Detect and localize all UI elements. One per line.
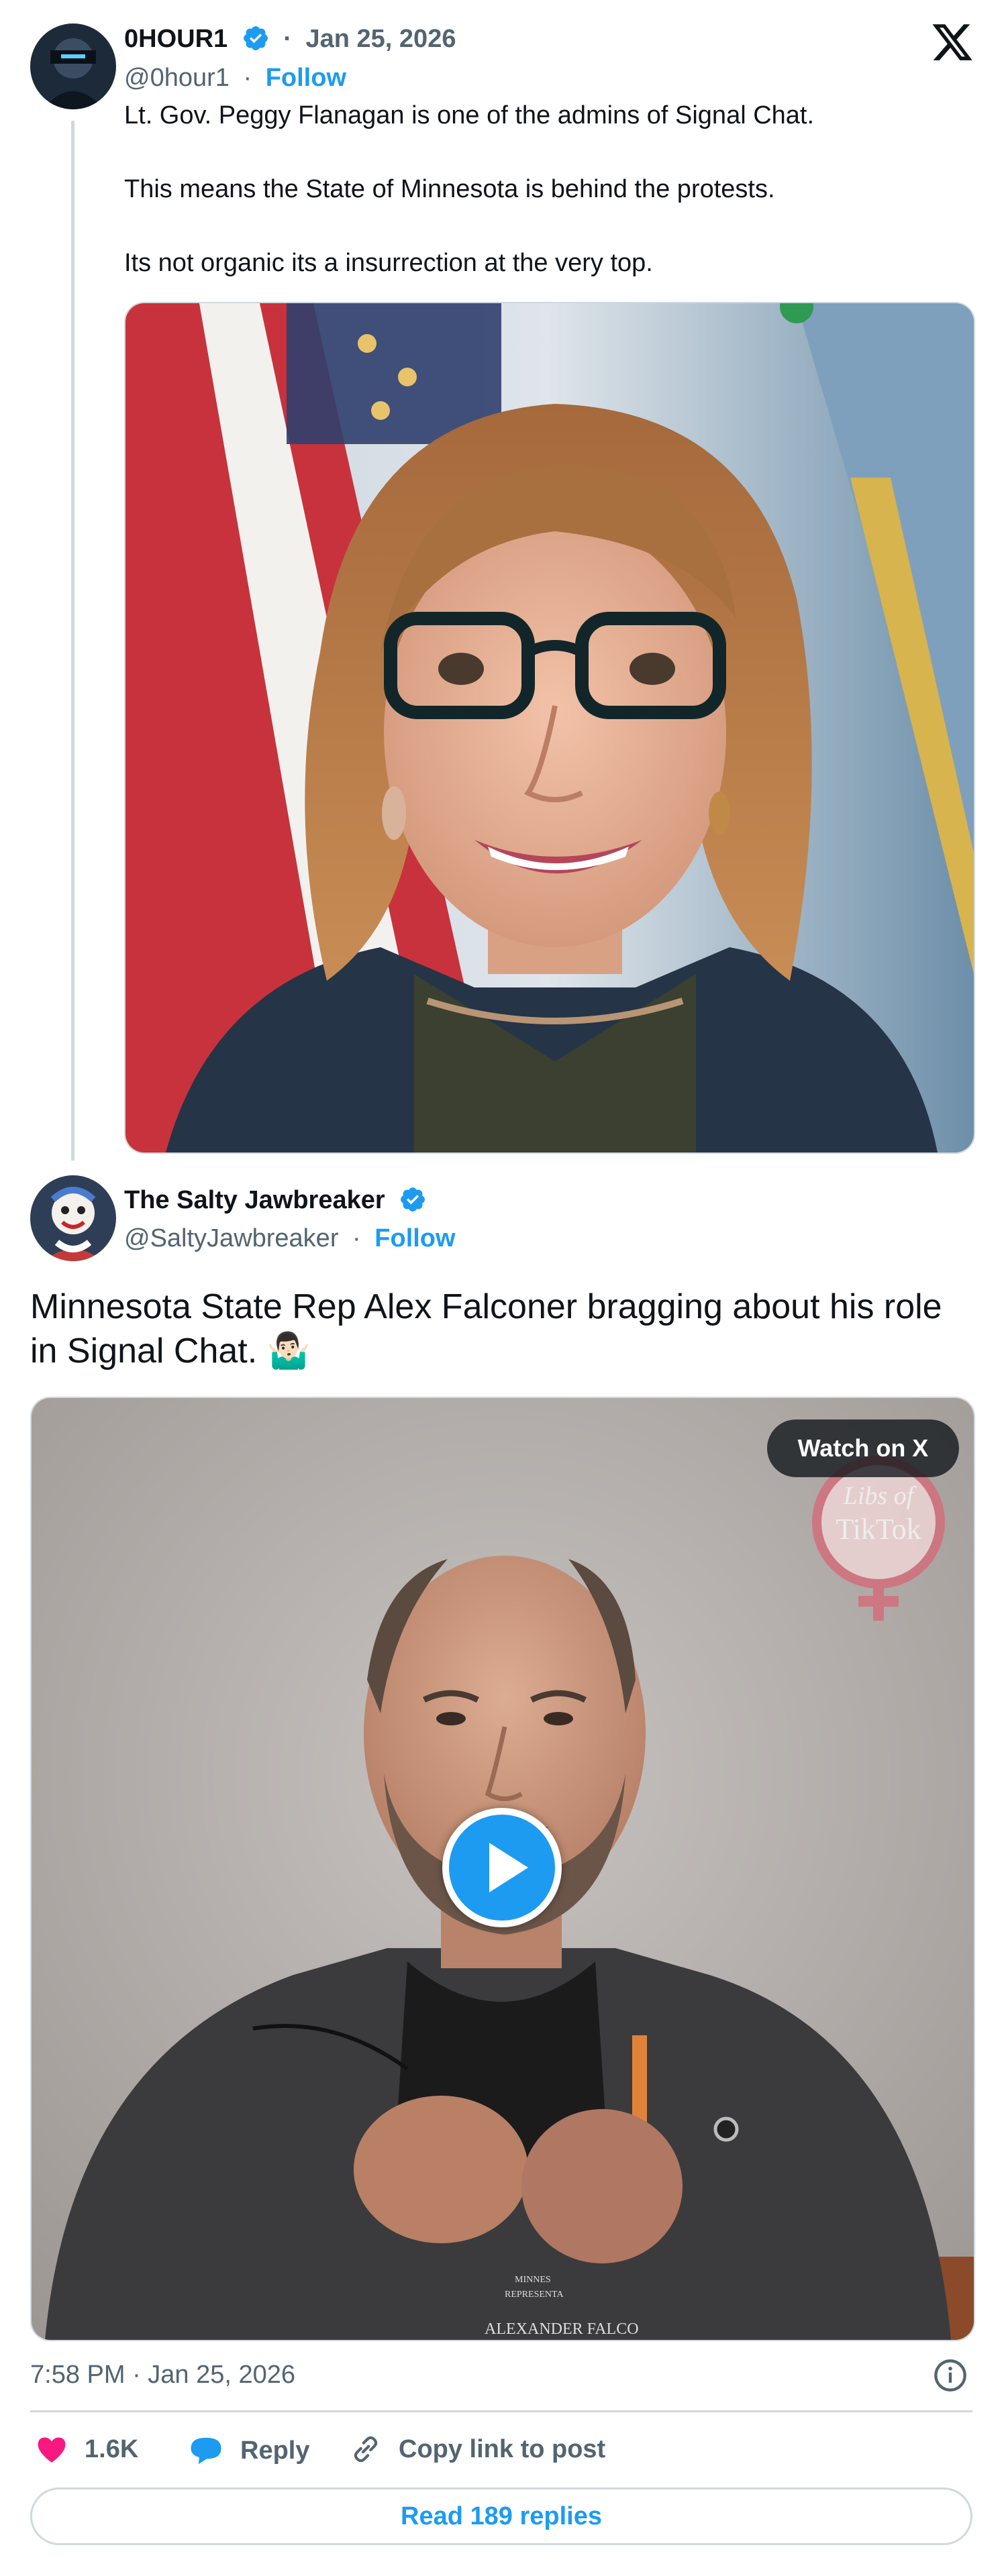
avatar-0hour1[interactable] — [30, 23, 116, 109]
reply-bubble-icon — [191, 2437, 221, 2465]
like-count: 1.6K — [85, 2435, 139, 2463]
quoted-tweet-text: Minnesota State Rep Alex Falconer braggi… — [30, 1287, 942, 1371]
quoted-handle-line: @SaltyJawbreaker · Follow — [124, 1224, 456, 1252]
copy-link-button[interactable]: Copy link to post — [349, 2432, 605, 2466]
info-icon[interactable] — [933, 2358, 968, 2393]
follow-button[interactable]: Follow — [266, 64, 346, 92]
quoted-author-handle[interactable]: @SaltyJawbreaker — [124, 1224, 338, 1252]
x-logo-icon[interactable] — [930, 20, 974, 64]
play-icon — [489, 1843, 528, 1892]
quoted-author-name[interactable]: The Salty Jawbreaker — [124, 1186, 385, 1214]
handle-line: @0hour1 · Follow — [124, 64, 346, 92]
svg-text:Libs of: Libs of — [843, 1482, 917, 1510]
quoted-author-line: The Salty Jawbreaker — [124, 1184, 427, 1216]
heart-icon — [38, 2437, 66, 2463]
watch-on-x-button[interactable]: Watch on X — [767, 1419, 959, 1477]
quoted-follow-button[interactable]: Follow — [374, 1224, 455, 1252]
author-line: 0HOUR1 · Jan 25, 2026 — [124, 25, 456, 53]
photo-portrait — [125, 303, 974, 1152]
author-name[interactable]: 0HOUR1 — [124, 25, 228, 53]
reply-button[interactable]: Reply — [188, 2432, 309, 2469]
post-date[interactable]: Jan 25, 2026 — [306, 25, 456, 53]
svg-text:TikTok: TikTok — [836, 1513, 921, 1546]
shirt-text-1: MINNES — [515, 2275, 551, 2285]
like-button[interactable]: 1.6K — [35, 2432, 138, 2466]
tweet-photo[interactable] — [124, 302, 975, 1154]
post-timestamp[interactable]: 7:58 PM · Jan 25, 2026 — [30, 2359, 295, 2391]
shirt-text-2: REPRESENTA — [505, 2290, 564, 2300]
verified-badge-icon — [401, 1187, 425, 1212]
play-button[interactable] — [442, 1808, 562, 1927]
link-icon — [354, 2436, 378, 2463]
tweet-text: Lt. Gov. Peggy Flanagan is one of the ad… — [124, 101, 815, 277]
avatar-salty-jawbreaker[interactable] — [30, 1175, 116, 1261]
verified-badge-icon — [243, 26, 268, 50]
author-handle[interactable]: @0hour1 — [124, 64, 230, 92]
shirt-text-3: ALEXANDER FALCO — [485, 2320, 639, 2338]
read-replies-button[interactable]: Read 189 replies — [30, 2487, 972, 2545]
footer-divider — [30, 2410, 972, 2412]
thread-line — [71, 121, 74, 1161]
